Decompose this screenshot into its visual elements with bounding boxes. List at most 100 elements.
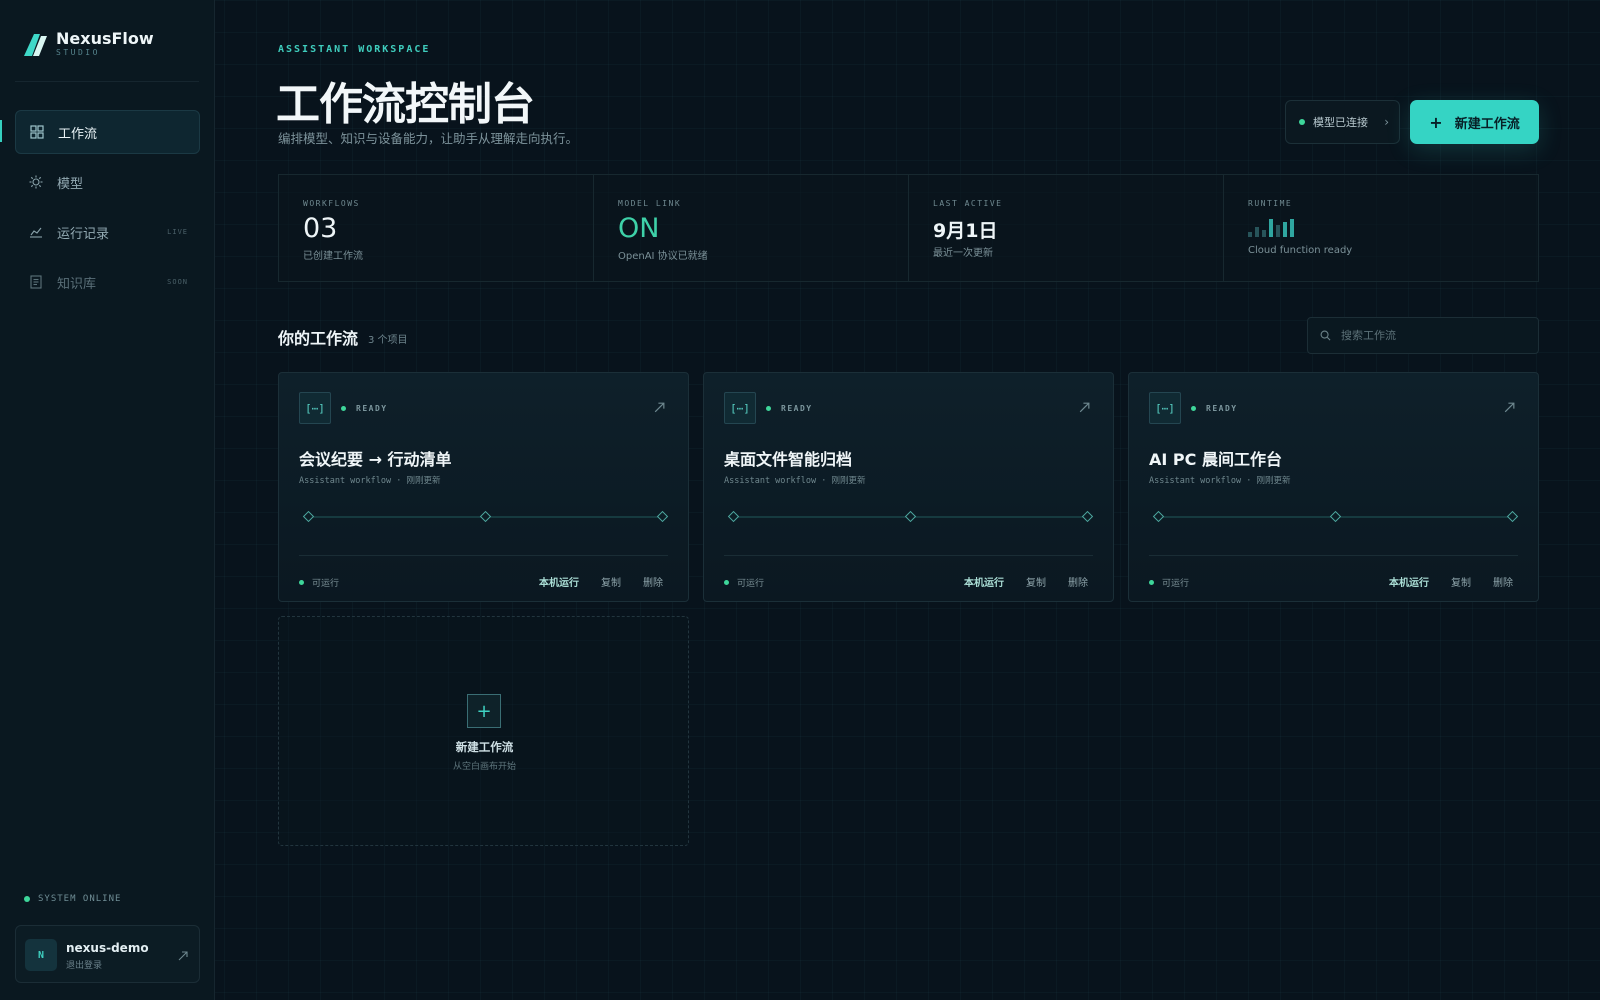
stat-label: MODEL LINK (618, 199, 682, 208)
search-box[interactable] (1307, 317, 1539, 354)
stat-last-active: LAST ACTIVE 9月1日 最近一次更新 (909, 175, 1224, 281)
stats-panel: WORKFLOWS 03 已创建工作流 MODEL LINK ON OpenAI… (278, 174, 1539, 282)
delete-button[interactable]: 删除 (1068, 574, 1088, 589)
workflow-title[interactable]: AI PC 晨间工作台 (1149, 446, 1282, 470)
sidebar-item-label: 知识库 (57, 276, 97, 292)
chart-line-icon (29, 225, 43, 239)
stat-sub: 最近一次更新 (933, 248, 993, 259)
status-dot-icon (1191, 406, 1196, 411)
workflow-icon: [⋯] (724, 392, 756, 424)
run-local-button[interactable]: 本机运行 (1389, 574, 1429, 589)
workflow-card[interactable]: [⋯] READY 会议纪要 → 行动清单 Assistant workflow… (278, 372, 689, 602)
sidebar-item-models[interactable]: 模型 (15, 160, 200, 204)
workflow-title[interactable]: 桌面文件智能归档 (724, 446, 852, 470)
status-dot-icon (1149, 580, 1154, 585)
new-workflow-label: 新建工作流 (1454, 116, 1520, 132)
search-input[interactable] (1341, 329, 1531, 342)
flow-node-icon (1506, 510, 1519, 523)
workflow-icon: [⋯] (1149, 392, 1181, 424)
run-status: 可运行 (724, 576, 764, 589)
user-name: nexus-demo (66, 941, 149, 955)
sidebar-item-workflows[interactable]: 工作流 (15, 110, 200, 154)
open-workflow-icon[interactable] (1503, 399, 1516, 418)
user-card[interactable]: N nexus-demo 退出登录 (15, 925, 200, 983)
flow-node-icon (1081, 510, 1094, 523)
stat-label: LAST ACTIVE (933, 199, 1003, 208)
live-badge: LIVE (167, 228, 188, 236)
copy-button[interactable]: 复制 (601, 574, 621, 589)
sidebar-item-run-history[interactable]: 运行记录 LIVE (15, 210, 200, 254)
runtime-bars-icon (1248, 217, 1294, 237)
sun-icon (29, 175, 43, 189)
workflow-title[interactable]: 会议纪要 → 行动清单 (299, 446, 452, 470)
run-local-button[interactable]: 本机运行 (539, 574, 579, 589)
run-local-button[interactable]: 本机运行 (964, 574, 1004, 589)
card-actions: 本机运行 复制 删除 (942, 574, 1088, 589)
new-card-title: 新建工作流 (455, 740, 514, 754)
workflow-card[interactable]: [⋯] READY 桌面文件智能归档 Assistant workflow · … (703, 372, 1114, 602)
online-dot-icon (1299, 119, 1305, 125)
workflow-status: READY (1191, 404, 1238, 413)
brand[interactable]: NexusFlow STUDIO (22, 30, 154, 58)
stat-label: RUNTIME (1248, 199, 1293, 208)
stat-value: ON (618, 213, 660, 244)
stat-sub: 已创建工作流 (303, 251, 363, 262)
flow-node-icon (904, 510, 917, 523)
copy-button[interactable]: 复制 (1026, 574, 1046, 589)
workflow-status: READY (766, 404, 813, 413)
stat-label: WORKFLOWS (303, 199, 360, 208)
copy-button[interactable]: 复制 (1451, 574, 1471, 589)
workflow-status-label: READY (781, 404, 813, 413)
sidebar-item-label: 运行记录 (57, 226, 110, 242)
status-dot-icon (724, 580, 729, 585)
soon-badge: SOON (167, 278, 188, 286)
system-status: SYSTEM ONLINE (24, 894, 121, 904)
page-subtitle: 编排模型、知识与设备能力，让助手从理解走向执行。 (278, 131, 579, 146)
arrow-up-right-icon[interactable] (177, 947, 189, 966)
new-workflow-card[interactable]: + 新建工作流 从空白画布开始 (278, 616, 689, 846)
chevron-right-icon: › (1384, 115, 1389, 129)
workflow-flow-preview (727, 510, 1094, 523)
stat-workflows: WORKFLOWS 03 已创建工作流 (279, 175, 594, 281)
workflow-meta: Assistant workflow · 刚刚更新 (724, 476, 866, 486)
logout-link[interactable]: 退出登录 (66, 958, 102, 971)
open-workflow-icon[interactable] (653, 399, 666, 418)
section-title: 你的工作流 (278, 329, 359, 348)
status-dot-icon (766, 406, 771, 411)
stat-runtime: RUNTIME Cloud function ready (1224, 175, 1538, 281)
model-status-label: 模型已连接 (1313, 116, 1368, 129)
model-status-button[interactable]: 模型已连接 › (1285, 100, 1400, 144)
flow-node-icon (302, 510, 315, 523)
sidebar: NexusFlow STUDIO 工作流 模型 运行记录 LIVE 知识库 SO… (0, 0, 215, 1000)
new-workflow-button[interactable]: + 新建工作流 (1410, 100, 1539, 144)
run-status-label: 可运行 (737, 579, 765, 589)
sidebar-item-label: 工作流 (58, 126, 98, 142)
open-workflow-icon[interactable] (1078, 399, 1091, 418)
delete-button[interactable]: 删除 (643, 574, 663, 589)
sidebar-item-knowledge-base[interactable]: 知识库 SOON (15, 260, 200, 304)
stat-value: 03 (303, 213, 338, 244)
status-dot-icon (341, 406, 346, 411)
run-status-label: 可运行 (1162, 579, 1190, 589)
workflow-status-label: READY (356, 404, 388, 413)
card-actions: 本机运行 复制 删除 (517, 574, 663, 589)
document-icon (29, 275, 43, 289)
flow-node-icon (656, 510, 669, 523)
workflow-meta: Assistant workflow · 刚刚更新 (1149, 476, 1291, 486)
sidebar-divider (15, 81, 199, 82)
stat-sub: Cloud function ready (1248, 245, 1353, 256)
system-status-label: SYSTEM ONLINE (38, 894, 122, 904)
sidebar-item-label: 模型 (57, 176, 84, 192)
card-actions: 本机运行 复制 删除 (1367, 574, 1513, 589)
workflow-status-label: READY (1206, 404, 1238, 413)
card-divider (299, 555, 668, 556)
stat-value: 9月1日 (933, 220, 998, 242)
new-card-sub: 从空白画布开始 (452, 762, 516, 772)
grid-icon (30, 125, 44, 139)
avatar: N (25, 939, 57, 971)
delete-button[interactable]: 删除 (1493, 574, 1513, 589)
plus-icon: + (467, 694, 501, 728)
workflow-card[interactable]: [⋯] READY AI PC 晨间工作台 Assistant workflow… (1128, 372, 1539, 602)
workflow-flow-preview (1152, 510, 1519, 523)
stat-sub: OpenAI 协议已就绪 (618, 251, 708, 262)
